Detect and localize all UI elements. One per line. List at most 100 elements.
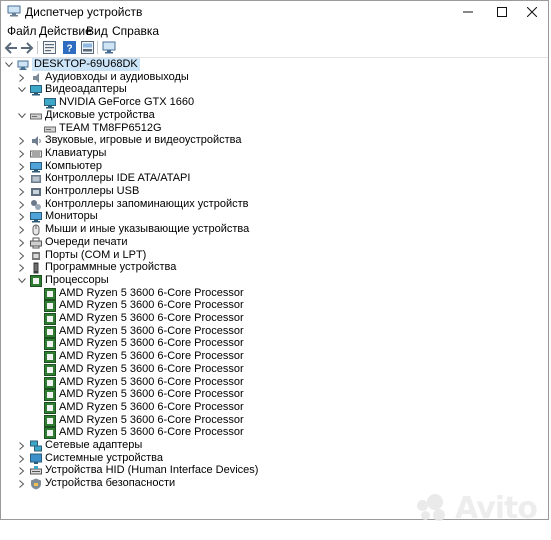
scan-hardware-button[interactable] bbox=[101, 40, 117, 55]
tree-item-label: AMD Ryzen 5 3600 6-Core Processor bbox=[59, 388, 244, 401]
printer-icon bbox=[30, 237, 42, 249]
cpu-icon bbox=[44, 427, 56, 440]
menu-file[interactable]: Файл bbox=[7, 24, 37, 38]
tree-item-label: AMD Ryzen 5 3600 6-Core Processor bbox=[59, 375, 244, 388]
maximize-icon bbox=[497, 7, 507, 17]
collapse-chevron-icon[interactable] bbox=[18, 276, 26, 286]
window-title: Диспетчер устройств bbox=[25, 5, 143, 19]
tree-item-label: Сетевые адаптеры bbox=[45, 439, 143, 451]
tree-category[interactable]: Устройства безопасности bbox=[1, 477, 548, 491]
expand-chevron-icon[interactable] bbox=[18, 187, 26, 197]
expand-chevron-icon[interactable] bbox=[18, 238, 26, 248]
tree-item-label: DESKTOP-69U68DK bbox=[32, 58, 140, 71]
expand-chevron-icon[interactable] bbox=[18, 212, 26, 222]
tree-item-label: AMD Ryzen 5 3600 6-Core Processor bbox=[59, 299, 244, 312]
display-icon bbox=[44, 97, 56, 109]
tree-item-label: AMD Ryzen 5 3600 6-Core Processor bbox=[59, 362, 244, 375]
monitor-icon bbox=[30, 161, 42, 173]
mouse-icon bbox=[30, 224, 42, 236]
tree-item-label: AMD Ryzen 5 3600 6-Core Processor bbox=[59, 337, 244, 350]
tree-item-label: AMD Ryzen 5 3600 6-Core Processor bbox=[59, 400, 244, 413]
tree-item-label: Программные устройства bbox=[45, 261, 177, 274]
tree-item-label: Компьютер bbox=[45, 159, 102, 172]
scan-hardware-icon bbox=[102, 41, 116, 54]
tree-item-label: Системные устройства bbox=[45, 451, 164, 464]
cpu-icon bbox=[44, 376, 56, 389]
close-icon bbox=[527, 7, 537, 17]
cpu-icon bbox=[44, 300, 56, 313]
collapse-chevron-icon[interactable] bbox=[18, 85, 26, 95]
properties-icon bbox=[42, 41, 56, 54]
expand-chevron-icon[interactable] bbox=[18, 263, 26, 273]
expand-chevron-icon[interactable] bbox=[18, 136, 26, 146]
expand-chevron-icon[interactable] bbox=[18, 149, 26, 159]
tree-item-label: Устройства безопасности bbox=[45, 477, 176, 490]
forward-arrow-icon bbox=[21, 41, 34, 54]
menu-action[interactable]: Действие bbox=[39, 24, 92, 38]
tree-item-label: Аудиовходы и аудиовыходы bbox=[45, 70, 189, 83]
tree-item-label: Звуковые, игровые и видеоустройства bbox=[45, 134, 242, 147]
network-icon bbox=[30, 440, 42, 452]
keyboard-icon bbox=[30, 148, 42, 160]
properties-button[interactable] bbox=[41, 40, 57, 55]
tree-item-label: AMD Ryzen 5 3600 6-Core Processor bbox=[59, 286, 244, 299]
ide-icon bbox=[30, 173, 42, 185]
monitor-icon bbox=[30, 211, 42, 223]
cpu-icon bbox=[44, 287, 56, 300]
cpu-icon bbox=[44, 351, 56, 364]
tree-item-label: Порты (COM и LPT) bbox=[45, 248, 147, 261]
tree-item-label: Клавиатуры bbox=[45, 146, 107, 159]
display-icon bbox=[30, 84, 42, 96]
avito-watermark: Avito bbox=[417, 491, 538, 526]
expand-chevron-icon[interactable] bbox=[18, 479, 26, 489]
help-button[interactable]: ? bbox=[61, 40, 77, 55]
cpu-icon bbox=[44, 414, 56, 427]
port-icon bbox=[30, 250, 42, 262]
disk-icon bbox=[30, 110, 42, 122]
expand-chevron-icon[interactable] bbox=[18, 174, 26, 184]
cpu-icon bbox=[44, 338, 56, 351]
tree-item-label: AMD Ryzen 5 3600 6-Core Processor bbox=[59, 312, 244, 324]
expand-chevron-icon[interactable] bbox=[18, 251, 26, 261]
minimize-icon bbox=[463, 11, 473, 13]
audio-icon bbox=[30, 72, 42, 84]
tree-item-label: AMD Ryzen 5 3600 6-Core Processor bbox=[59, 350, 244, 363]
collapse-chevron-icon[interactable] bbox=[18, 111, 26, 121]
tree-item-label: Дисковые устройства bbox=[45, 108, 155, 121]
sound-icon bbox=[30, 135, 42, 147]
minimize-button[interactable] bbox=[451, 1, 485, 23]
cpu-icon bbox=[44, 389, 56, 402]
tree-item-label: AMD Ryzen 5 3600 6-Core Processor bbox=[59, 324, 244, 337]
device-manager-icon bbox=[7, 5, 21, 17]
expand-chevron-icon[interactable] bbox=[18, 200, 26, 210]
tree-item-label: NVIDIA GeForce GTX 1660 bbox=[59, 96, 195, 109]
tree-item-label: Устройства HID (Human Interface Devices) bbox=[45, 464, 259, 477]
expand-chevron-icon[interactable] bbox=[18, 73, 26, 83]
update-driver-button[interactable] bbox=[79, 40, 95, 55]
expand-chevron-icon[interactable] bbox=[18, 454, 26, 464]
avito-watermark-text: Avito bbox=[455, 491, 538, 526]
menu-view[interactable]: Вид bbox=[86, 24, 108, 38]
cpu-icon bbox=[44, 325, 56, 338]
menu-bar: Файл Действие Вид Справка bbox=[1, 23, 548, 39]
collapse-chevron-icon[interactable] bbox=[5, 60, 13, 70]
back-button[interactable] bbox=[3, 40, 19, 55]
cpu-icon bbox=[44, 363, 56, 376]
tree-item-label: AMD Ryzen 5 3600 6-Core Processor bbox=[59, 426, 244, 439]
expand-chevron-icon[interactable] bbox=[18, 225, 26, 235]
toolbar: ? bbox=[1, 39, 548, 58]
maximize-button[interactable] bbox=[485, 1, 519, 23]
cpu-icon bbox=[44, 401, 56, 414]
tree-item-label: Мониторы bbox=[45, 210, 98, 223]
computer-icon bbox=[17, 59, 29, 71]
expand-chevron-icon[interactable] bbox=[18, 441, 26, 451]
software-icon bbox=[30, 262, 42, 274]
close-button[interactable] bbox=[515, 1, 549, 23]
hid-icon bbox=[30, 465, 42, 477]
title-bar[interactable]: Диспетчер устройств bbox=[1, 1, 548, 23]
usb-icon bbox=[30, 186, 42, 198]
menu-help[interactable]: Справка bbox=[112, 24, 159, 38]
expand-chevron-icon[interactable] bbox=[18, 162, 26, 172]
forward-button[interactable] bbox=[19, 40, 35, 55]
expand-chevron-icon[interactable] bbox=[18, 466, 26, 476]
